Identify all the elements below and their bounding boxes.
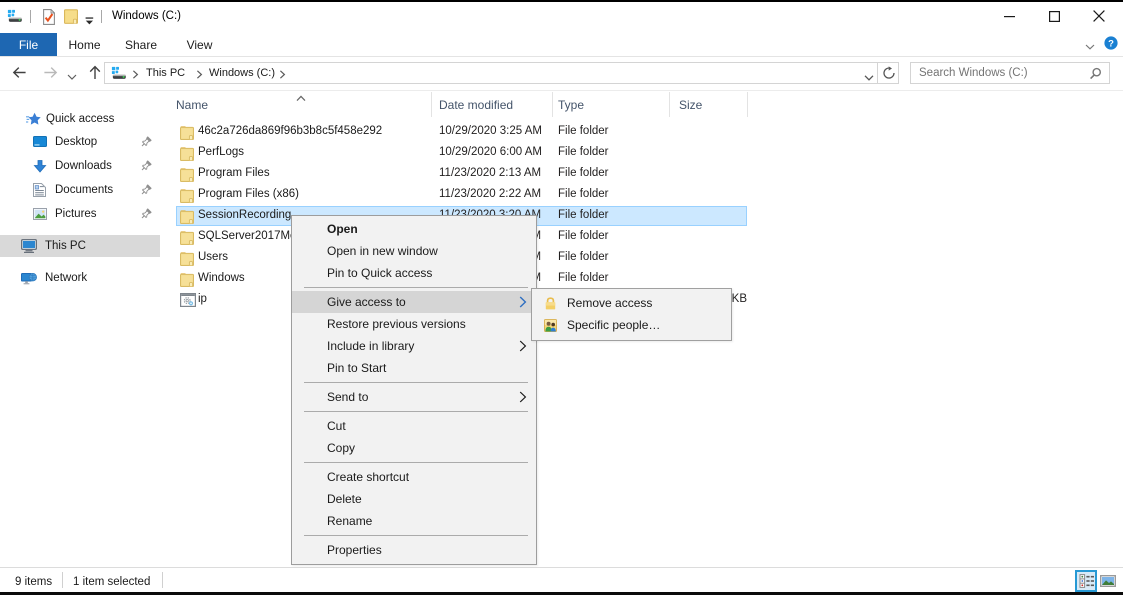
svg-text:?: ?: [1108, 38, 1114, 49]
